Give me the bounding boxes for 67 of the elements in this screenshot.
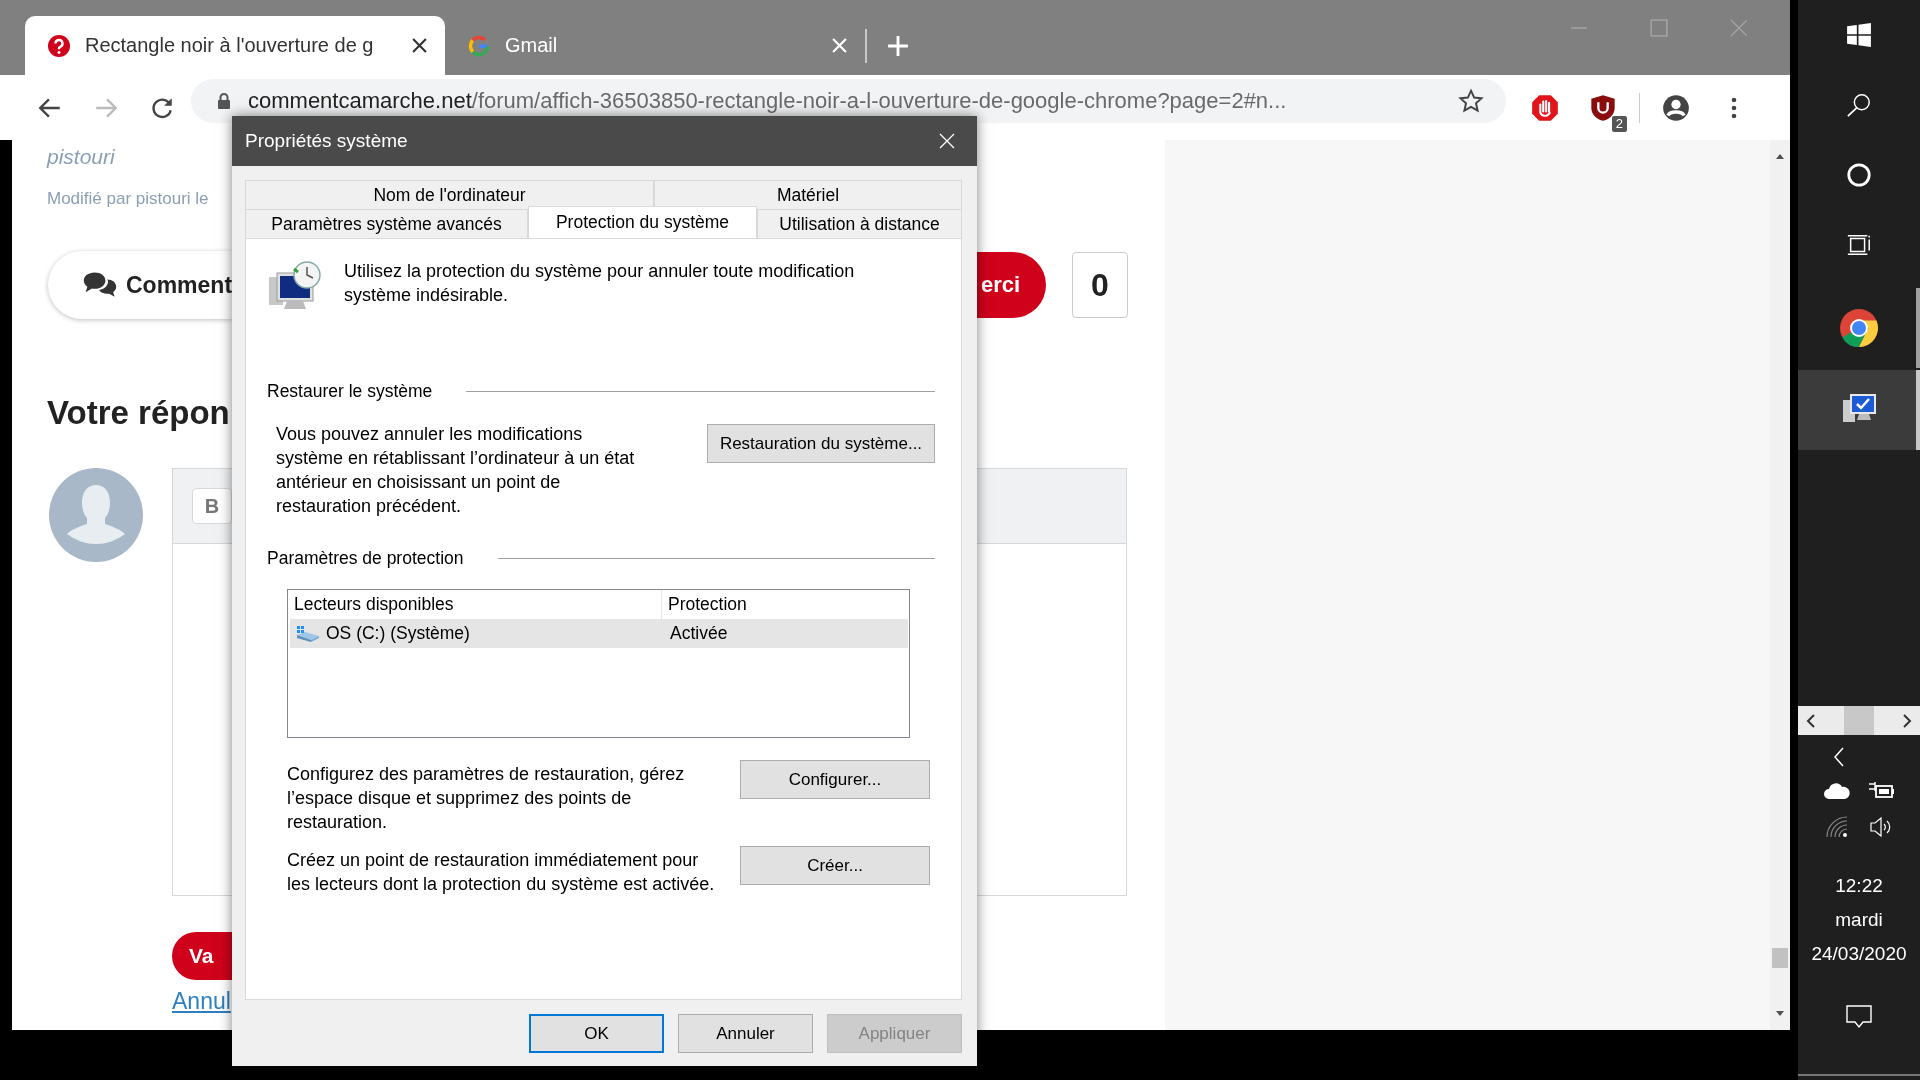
table-row[interactable]: OS (C:) (Système) Activée (290, 619, 908, 648)
dialog-button[interactable]: OK (529, 1014, 664, 1053)
description-text: Créez un point de restauration immédiatement pour les lecteurs dont la protection du système est activée. (287, 849, 716, 896)
clock-date[interactable]: 24/03/2020 (1811, 937, 1907, 971)
stop-hand-icon[interactable] (1531, 93, 1559, 122)
clock-time[interactable]: 12:22 (1835, 869, 1883, 903)
chat-icon (82, 270, 118, 300)
tab-title: Rectangle noir à l'ouverture de g (85, 34, 375, 57)
section-heading: Restaurer le système (267, 381, 433, 402)
up-arrow-icon[interactable] (1775, 152, 1785, 160)
drive-icon (296, 624, 320, 643)
dialog-tab[interactable]: Nom de l'ordinateur (245, 180, 654, 209)
clock-day[interactable]: mardi (1835, 903, 1883, 937)
task-view-icon[interactable] (1846, 232, 1872, 258)
url-text: commentcamarche.net/forum/affich-36503850-rectangle-noir-a-l-ouverture-de-google-chrome?page=2#n... (248, 91, 1288, 111)
browser-tab[interactable]: Rectangle noir à l'ouverture de g (25, 16, 445, 75)
edit-note: Modifié par pistouri le (47, 189, 209, 209)
taskbar-scrollbar[interactable] (1798, 706, 1920, 735)
dialog-tab[interactable]: Utilisation à distance (757, 209, 962, 238)
thanks-button[interactable]: erci (977, 252, 1046, 318)
dialog-tab[interactable]: Matériel (654, 180, 962, 209)
reply-heading: Votre répon (47, 394, 230, 432)
star-icon[interactable] (1458, 88, 1484, 114)
bold-button[interactable]: B (192, 488, 232, 524)
menu-icon[interactable] (1730, 95, 1738, 120)
submit-button[interactable]: Va (172, 932, 232, 980)
profile-icon[interactable] (1662, 93, 1690, 122)
system-restore-button[interactable]: Restauration du système... (707, 424, 935, 463)
new-tab-icon[interactable] (887, 35, 909, 57)
dialog-tab[interactable]: Paramètres système avancés (245, 209, 528, 238)
window-title: Propriétés système (245, 130, 409, 152)
column-header[interactable]: Protection (662, 594, 909, 615)
description-text: Configurez des paramètres de restauration, gérez l’espace disque et supprimez des points de restauration. (287, 763, 686, 834)
description-text: Utilisez la protection du système pour annuler toute modification système indésirable. (344, 260, 856, 307)
question-icon (47, 33, 71, 58)
dialog-button[interactable]: Annuler (678, 1014, 813, 1053)
table-cell: Activée (670, 623, 728, 643)
windows-logo-icon[interactable] (1846, 22, 1872, 48)
avatar-icon (49, 468, 143, 562)
address-bar[interactable]: commentcamarche.net/forum/affich-36503850-rectangle-noir-a-l-ouverture-de-google-chrome?page=2#n... (191, 79, 1506, 123)
section-heading: Paramètres de protection (267, 548, 464, 569)
browser-tab[interactable]: Gmail (445, 16, 865, 75)
shield-icon[interactable] (1589, 93, 1617, 122)
tab-title: Gmail (505, 34, 559, 57)
ring-icon[interactable] (1846, 162, 1872, 188)
count-badge: 2 (1611, 115, 1627, 132)
cancel-link[interactable]: Annul (172, 988, 231, 1015)
down-arrow-icon[interactable] (1775, 1010, 1785, 1018)
scrollbar[interactable] (1770, 140, 1790, 1030)
comment-button[interactable]: Comment (48, 251, 232, 319)
scrollbar-thumb[interactable] (1844, 706, 1874, 735)
action-button[interactable]: Créer... (740, 846, 930, 885)
chevron-left-icon[interactable] (1833, 747, 1845, 767)
table-cell: OS (C:) (Système) (326, 623, 470, 644)
g-logo-icon (467, 33, 491, 58)
lock-icon (217, 92, 231, 110)
taskbar-app[interactable] (1798, 370, 1920, 450)
description-text: Vous pouvez annuler les modifications système en rétablissant l’ordinateur à un état antérieur en choisissant un point de restauration précédent. (276, 423, 636, 518)
dialog-tab[interactable]: Protection du système (528, 206, 757, 238)
author-name: pistouri (47, 145, 115, 169)
thanks-count: 0 (1072, 252, 1128, 318)
notification-icon[interactable] (1846, 1005, 1872, 1029)
scrollbar-thumb[interactable] (1772, 948, 1788, 968)
search-icon[interactable] (1846, 92, 1872, 118)
browser-icon (1839, 308, 1879, 348)
action-button[interactable]: Configurer... (740, 760, 930, 799)
close-icon[interactable] (412, 38, 427, 53)
